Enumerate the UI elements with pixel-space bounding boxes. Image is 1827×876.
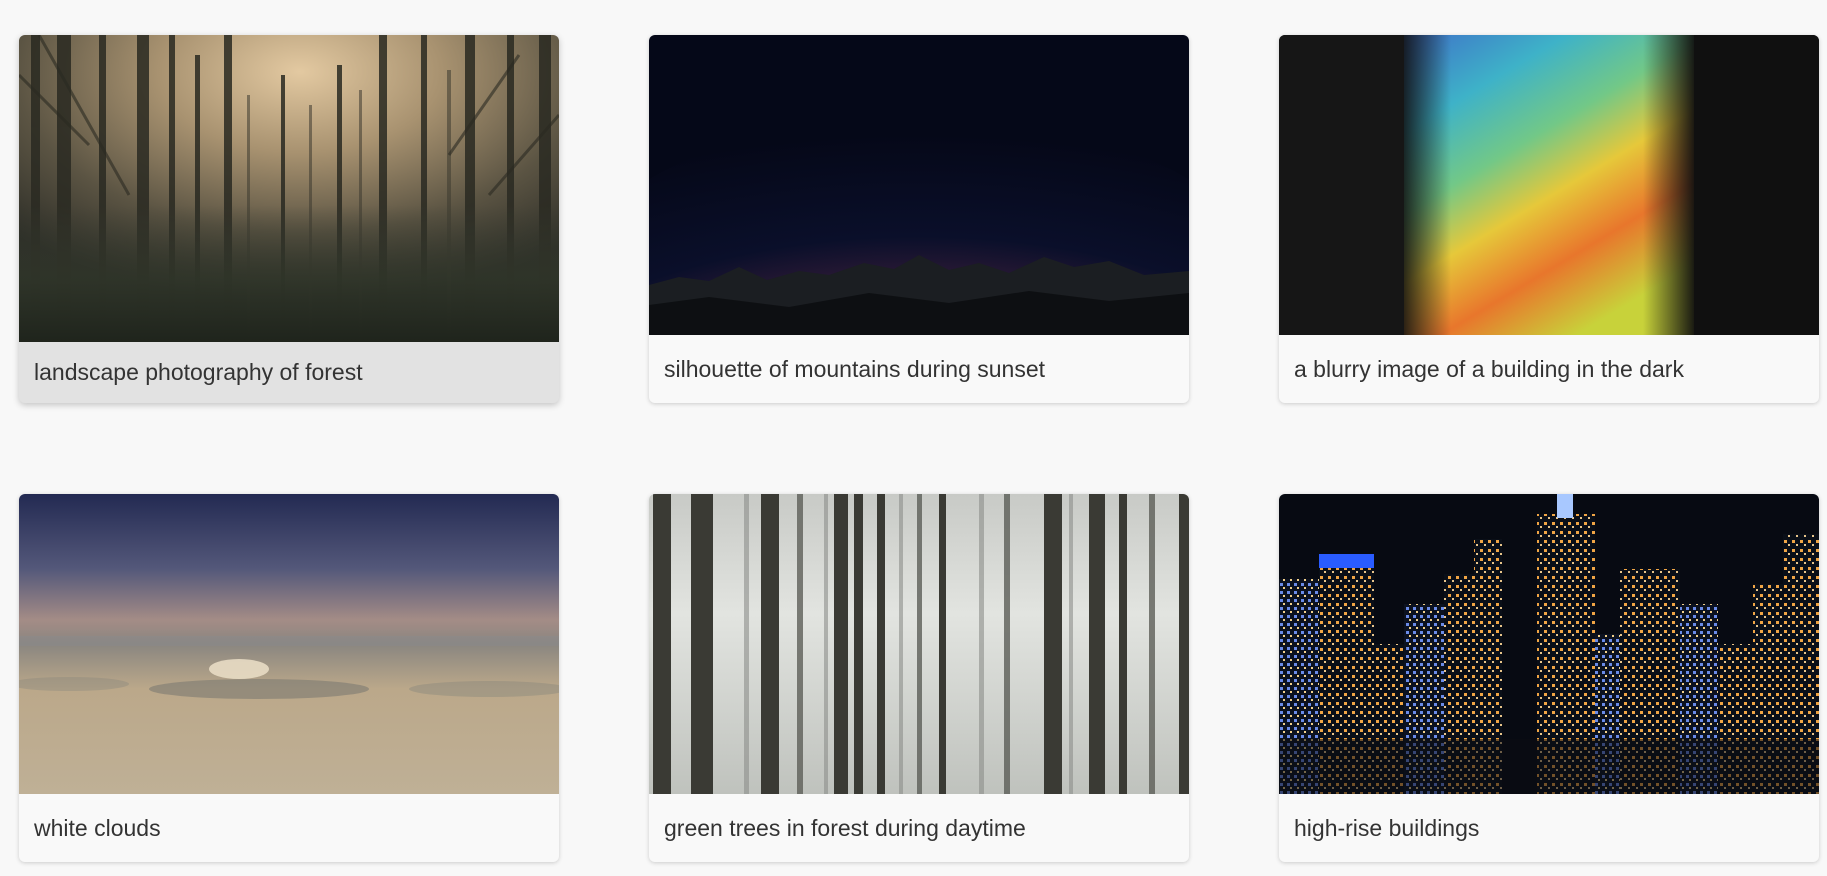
rainbow-light-blur-photo[interactable] [1279, 35, 1819, 335]
card-caption: silhouette of mountains during sunset [664, 356, 1046, 382]
gallery-card[interactable]: silhouette of mountains during sunset [649, 35, 1189, 403]
image-gallery: landscape photography of forest silhouet… [0, 0, 1827, 876]
foggy-trees-photo[interactable] [649, 494, 1189, 794]
gallery-card[interactable]: a blurry image of a building in the dark [1279, 35, 1819, 403]
card-caption: high-rise buildings [1294, 815, 1480, 841]
card-caption: green trees in forest during daytime [664, 815, 1026, 841]
card-caption: a blurry image of a building in the dark [1294, 356, 1684, 382]
card-caption: white clouds [34, 815, 161, 841]
gallery-card[interactable]: landscape photography of forest [19, 35, 559, 403]
mountain-sunset-photo[interactable] [649, 35, 1189, 335]
card-caption: landscape photography of forest [34, 359, 363, 385]
clouds-horizon-photo[interactable] [19, 494, 559, 794]
gallery-card[interactable]: white clouds [19, 494, 559, 862]
city-night-skyline-photo[interactable] [1279, 494, 1819, 794]
gallery-card[interactable]: green trees in forest during daytime [649, 494, 1189, 862]
misty-forest-photo[interactable] [19, 35, 559, 342]
gallery-card[interactable]: high-rise buildings [1279, 494, 1819, 862]
